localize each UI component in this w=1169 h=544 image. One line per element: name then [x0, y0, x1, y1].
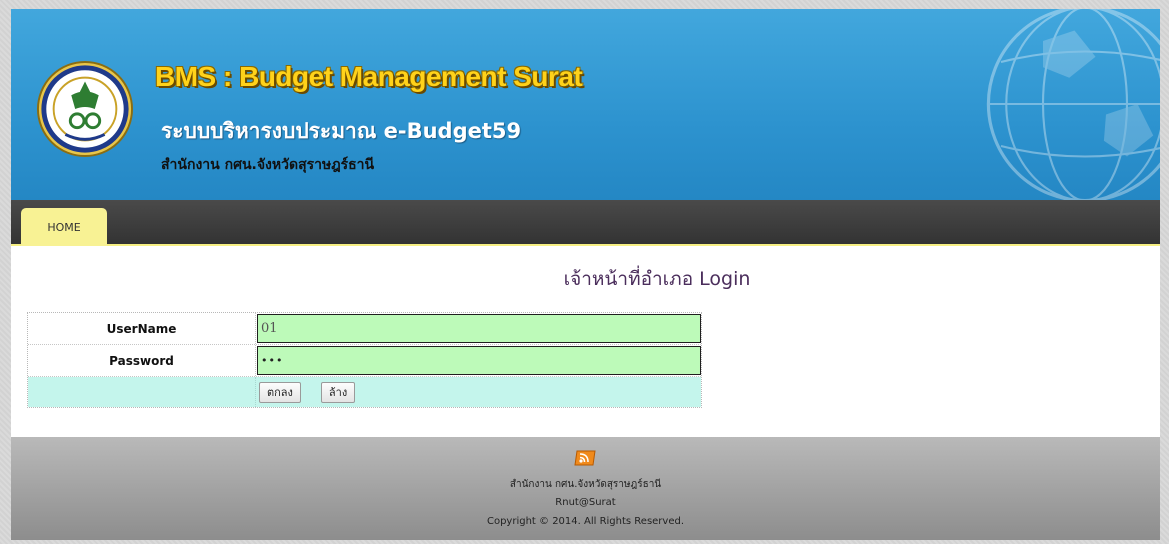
password-field-cell: •••: [256, 345, 701, 376]
footer-office: สำนักงาน กศน.จังหวัดสุราษฎร์ธานี: [509, 479, 662, 490]
submit-button[interactable]: ตกลง: [259, 381, 301, 403]
footer-author: Rnut@Surat: [555, 497, 616, 508]
footer-copyright: Copyright © 2014. All Rights Reserved.: [486, 516, 685, 527]
seal-emblem-icon: [36, 60, 134, 158]
site-footer: สำนักงาน กศน.จังหวัดสุราษฎร์ธานี Rnut@Su…: [11, 437, 1160, 540]
site-title-en: BMS : Budget Management Surat: [155, 61, 583, 92]
globe-icon: [986, 9, 1160, 200]
username-row: UserName 01: [28, 313, 701, 345]
nav-item-home[interactable]: HOME: [21, 208, 107, 246]
password-label: Password: [28, 345, 256, 376]
login-form: UserName 01 Password ••• ตกลง ล้าง: [27, 312, 702, 408]
reset-button[interactable]: ล้าง: [320, 381, 356, 403]
page-container: BMS : Budget Management Surat ระบบบริหาร…: [11, 9, 1160, 540]
actions-row: ตกลง ล้าง: [28, 377, 701, 407]
site-title-th: ระบบบริหารงบประมาณ e-Budget59: [161, 119, 522, 143]
password-row: Password •••: [28, 345, 701, 377]
main-nav: HOME: [11, 200, 1160, 246]
username-label: UserName: [28, 313, 256, 344]
site-office-name: สำนักงาน กศน.จังหวัดสุราษฎร์ธานี: [161, 157, 375, 173]
login-title-wrap: เจ้าหน้าที่อำเภอ Login: [11, 264, 1160, 294]
rss-feed-icon[interactable]: [574, 448, 598, 468]
site-header: BMS : Budget Management Surat ระบบบริหาร…: [11, 9, 1160, 200]
actions-label-cell: [28, 377, 256, 407]
username-input[interactable]: 01: [257, 314, 701, 343]
login-title: เจ้าหน้าที่อำเภอ Login: [563, 268, 751, 290]
password-input[interactable]: •••: [257, 346, 701, 375]
actions-cell: ตกลง ล้าง: [256, 377, 701, 407]
username-field-cell: 01: [256, 313, 701, 344]
